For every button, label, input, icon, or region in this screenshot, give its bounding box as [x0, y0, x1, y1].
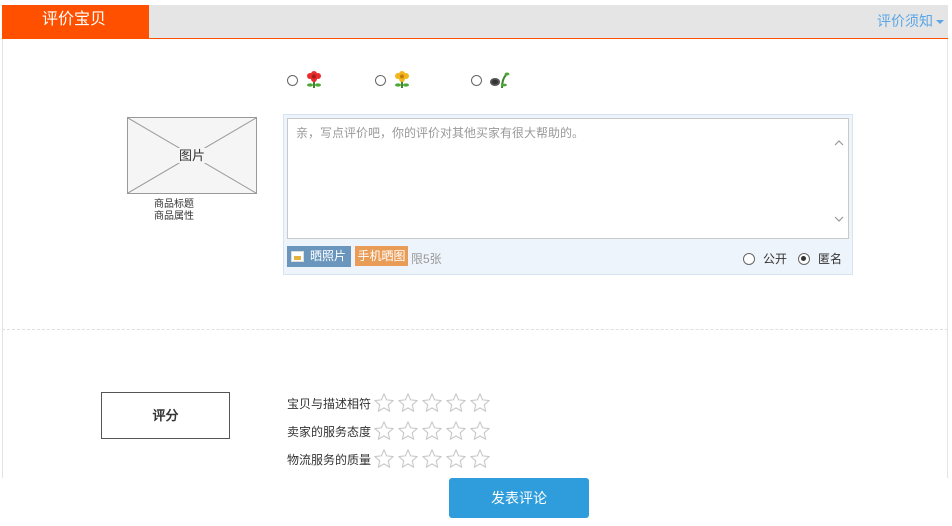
section-divider — [2, 329, 948, 330]
picture-icon — [291, 251, 304, 262]
star-icon[interactable] — [373, 448, 395, 470]
star-icon[interactable] — [373, 420, 395, 442]
visibility-public-option[interactable]: 公开 — [743, 250, 787, 267]
star-icon[interactable] — [469, 448, 491, 470]
upload-photo-button[interactable]: 晒照片 — [287, 246, 351, 267]
visibility-anonymous-option[interactable]: 匿名 — [798, 250, 842, 267]
star-icon[interactable] — [421, 448, 443, 470]
rating-row: 卖家的服务态度 — [287, 420, 491, 442]
star-rating — [373, 420, 491, 442]
star-icon[interactable] — [397, 448, 419, 470]
star-icon[interactable] — [469, 420, 491, 442]
review-notice-label: 评价须知 — [877, 13, 933, 29]
rating-row: 物流服务的质量 — [287, 448, 491, 470]
scroll-down-icon[interactable] — [834, 211, 844, 222]
review-textarea[interactable]: 亲，写点评价吧，你的评价对其他买家有很大帮助的。 — [287, 118, 849, 239]
submit-review-button[interactable]: 发表评论 — [449, 478, 589, 518]
star-rating — [373, 392, 491, 414]
satisfaction-neutral-option[interactable] — [375, 70, 412, 90]
product-title: 商品标题 — [154, 199, 194, 210]
satisfaction-good-option[interactable] — [287, 70, 324, 90]
anonymous-label: 匿名 — [818, 252, 843, 266]
mobile-upload-button[interactable]: 手机晒图 — [355, 246, 408, 266]
wilted-flower-icon — [488, 71, 510, 89]
review-placeholder: 亲，写点评价吧，你的评价对其他买家有很大帮助的。 — [296, 126, 585, 140]
product-attribute: 商品属性 — [154, 211, 194, 222]
scroll-up-icon[interactable] — [834, 135, 844, 146]
rating-label: 宝贝与描述相符 — [287, 396, 372, 411]
star-icon[interactable] — [445, 420, 467, 442]
rating-label: 物流服务的质量 — [287, 452, 372, 467]
photo-limit-text: 限5张 — [411, 252, 442, 266]
score-label-box: 评分 — [101, 392, 230, 439]
tab-review-item[interactable]: 评价宝贝 — [2, 5, 149, 38]
red-flower-icon — [304, 71, 324, 89]
star-icon[interactable] — [445, 392, 467, 414]
star-icon[interactable] — [397, 392, 419, 414]
star-rating — [373, 448, 491, 470]
product-image-placeholder: 图片 — [127, 117, 257, 194]
star-icon[interactable] — [469, 392, 491, 414]
radio-button[interactable] — [471, 74, 482, 86]
public-label: 公开 — [763, 252, 788, 266]
star-icon[interactable] — [421, 420, 443, 442]
yellow-flower-icon — [392, 71, 412, 89]
star-icon[interactable] — [397, 420, 419, 442]
star-icon[interactable] — [421, 392, 443, 414]
rating-row: 宝贝与描述相符 — [287, 392, 491, 414]
radio-button[interactable] — [743, 252, 755, 265]
upload-photo-label: 晒照片 — [310, 249, 347, 263]
radio-button-checked[interactable] — [798, 252, 810, 265]
caret-down-icon — [936, 20, 944, 25]
radio-button[interactable] — [287, 74, 298, 86]
header-bar: 评价宝贝 评价须知 — [2, 5, 948, 39]
star-icon[interactable] — [445, 448, 467, 470]
satisfaction-bad-option[interactable] — [471, 70, 510, 90]
rating-label: 卖家的服务态度 — [287, 424, 372, 439]
image-label: 图片 — [176, 148, 207, 163]
star-icon[interactable] — [373, 392, 395, 414]
review-notice-dropdown[interactable]: 评价须知 — [877, 5, 944, 38]
radio-button[interactable] — [375, 74, 386, 86]
